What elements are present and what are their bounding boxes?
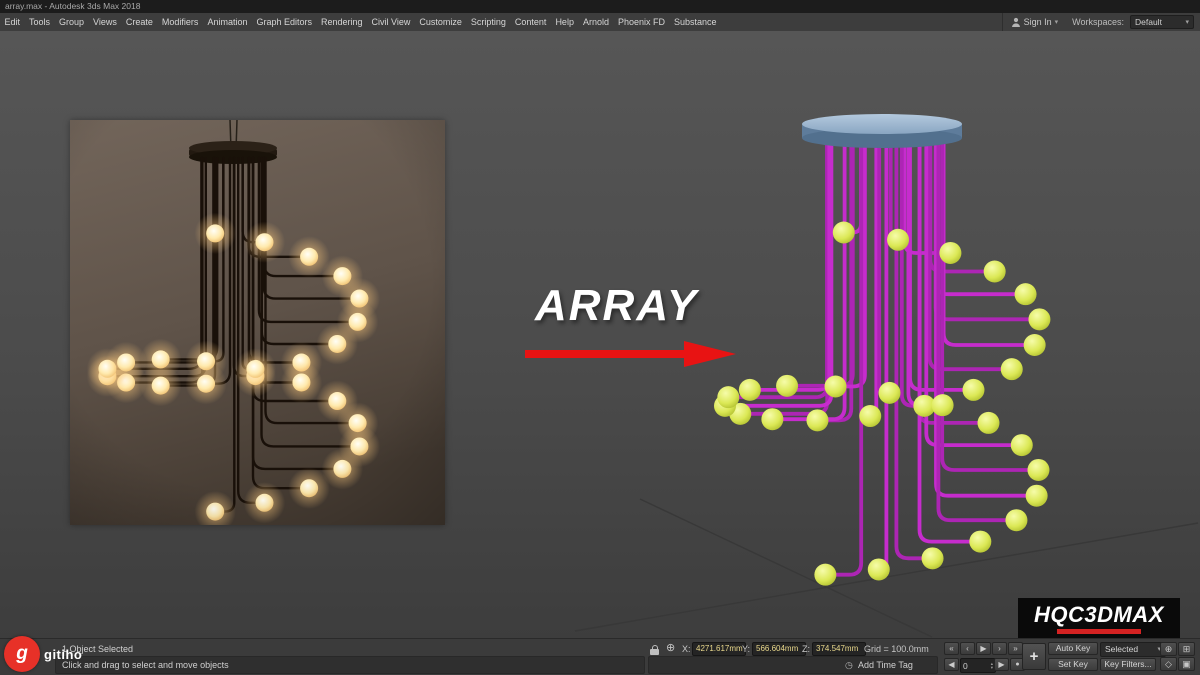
previous-frame-button[interactable]: ‹	[960, 642, 975, 655]
menu-modifiers[interactable]: Modifiers	[157, 13, 203, 31]
gitiho-logo-text: gitiho	[44, 647, 82, 662]
z-coordinate-field[interactable]: 374.547mm	[812, 642, 866, 656]
menu-help[interactable]: Help	[551, 13, 579, 31]
user-icon	[1011, 17, 1021, 27]
viewport-nav-cluster: ⊕⊞◇▣	[1160, 642, 1195, 671]
menu-views[interactable]: Views	[89, 13, 122, 31]
reference-photo	[70, 120, 445, 525]
menu-tools[interactable]: Tools	[25, 13, 55, 31]
y-label: Y:	[742, 644, 750, 654]
perspective-viewport[interactable]: ARRAY HQC3	[0, 31, 1200, 639]
menu-customize[interactable]: Customize	[415, 13, 467, 31]
time-tag-clock-icon: ◷	[845, 659, 853, 671]
gitiho-watermark: g gitiho	[4, 636, 82, 672]
chevron-down-icon: ▾	[1185, 18, 1189, 26]
menu-content[interactable]: Content	[510, 13, 551, 31]
auto-key-button[interactable]: Auto Key	[1048, 642, 1098, 655]
menu-rendering[interactable]: Rendering	[317, 13, 368, 31]
x-label: X:	[682, 644, 691, 654]
menu-arnold[interactable]: Arnold	[578, 13, 613, 31]
pan-icon-button[interactable]: ◇	[1160, 657, 1177, 671]
gitiho-logo-icon: g	[4, 636, 40, 672]
grid-size-readout: Grid = 100.0mm	[864, 643, 929, 655]
menu-phoenix-fd[interactable]: Phoenix FD	[613, 13, 669, 31]
key-filters-button[interactable]: Key Filters...	[1100, 658, 1156, 671]
absolute-mode-icon[interactable]: ⊕	[666, 642, 675, 654]
chevron-down-icon: ▾	[1055, 18, 1059, 26]
menu-bar: EditToolsGroupViewsCreateModifiersAnimat…	[0, 13, 1200, 32]
set-key-button[interactable]: Set Key	[1048, 658, 1098, 671]
x-coordinate-field[interactable]: 4271.617mm	[692, 642, 746, 656]
hqc3dmax-logo-text: HQC3DMAX	[1034, 604, 1164, 626]
menu-bar-right: Sign In ▾ Workspaces: Default ▾	[1002, 13, 1200, 31]
array-caption: ARRAY	[535, 281, 698, 331]
transform-typein-toggle[interactable]: +	[1022, 643, 1046, 670]
go-to-start-button[interactable]: «	[944, 642, 959, 655]
menu-create[interactable]: Create	[121, 13, 157, 31]
maximize-viewport-icon-button[interactable]: ▣	[1178, 657, 1195, 671]
sign-in-button[interactable]: Sign In ▾	[1002, 13, 1067, 31]
z-label: Z:	[802, 644, 810, 654]
play-button[interactable]: ▶	[976, 642, 991, 655]
add-time-tag[interactable]: Add Time Tag	[858, 659, 913, 671]
application-window: array.max - Autodesk 3ds Max 2018 EditTo…	[0, 0, 1200, 675]
previous-frame-small-button[interactable]: ◀	[944, 658, 959, 671]
hqc3dmax-logo-red-strip	[1057, 629, 1141, 634]
next-frame-small-button[interactable]: ▶	[994, 658, 1009, 671]
sign-in-label: Sign In	[1024, 17, 1052, 27]
menu-group[interactable]: Group	[55, 13, 89, 31]
current-frame-field[interactable]: 0 ▴▾	[960, 658, 996, 673]
selection-set-value: Selected	[1105, 644, 1138, 655]
menu-animation[interactable]: Animation	[203, 13, 252, 31]
array-3d-model	[690, 110, 1070, 595]
title-bar: array.max - Autodesk 3ds Max 2018	[0, 0, 1200, 13]
selection-set-dropdown[interactable]: Selected ▾	[1100, 642, 1166, 657]
status-bar: 1 Object Selected Click and drag to sele…	[0, 638, 1200, 675]
menu-scripting[interactable]: Scripting	[466, 13, 510, 31]
go-to-end-button[interactable]: »	[1008, 642, 1023, 655]
menu-edit[interactable]: Edit	[0, 13, 25, 31]
current-frame-value: 0	[963, 661, 968, 671]
menu-substance[interactable]: Substance	[670, 13, 722, 31]
prompt-line: Click and drag to select and move object…	[62, 659, 229, 671]
menu-items: EditToolsGroupViewsCreateModifiersAnimat…	[0, 13, 721, 31]
window-title: array.max - Autodesk 3ds Max 2018	[5, 1, 140, 11]
zoom-extents-icon-button[interactable]: ⊞	[1178, 642, 1195, 656]
y-coordinate-field[interactable]: 566.604mm	[752, 642, 806, 656]
workspaces-select[interactable]: Default ▾	[1130, 15, 1194, 29]
menu-graph-editors[interactable]: Graph Editors	[252, 13, 317, 31]
selection-lock-icon[interactable]	[650, 649, 659, 655]
menu-civil-view[interactable]: Civil View	[367, 13, 415, 31]
zoom-icon-button[interactable]: ⊕	[1160, 642, 1177, 656]
frame-spinner[interactable]: ▴▾	[991, 662, 993, 669]
workspaces-value: Default	[1135, 17, 1162, 27]
hqc3dmax-logo: HQC3DMAX	[1018, 598, 1180, 639]
workspaces-label: Workspaces:	[1072, 17, 1124, 27]
next-frame-button[interactable]: ›	[992, 642, 1007, 655]
